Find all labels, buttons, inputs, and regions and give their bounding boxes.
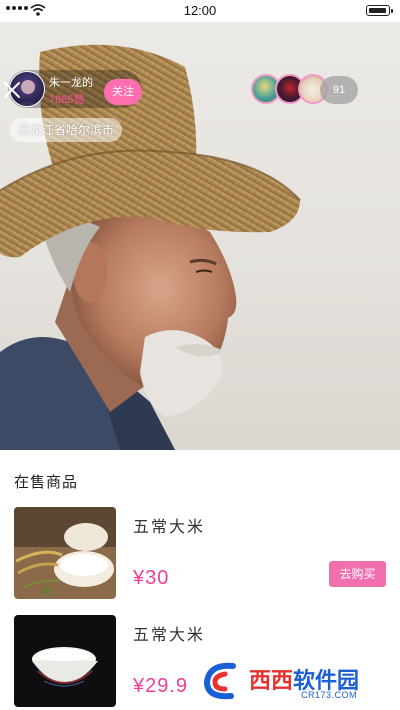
- watermark-domain: CR173.COM: [301, 690, 358, 700]
- follow-button[interactable]: 关注: [104, 79, 142, 105]
- watermark-logo: 西西软件园 CR173.COM: [197, 656, 385, 706]
- viewer-count-badge[interactable]: 91: [320, 76, 358, 104]
- host-name: 朱一龙的: [49, 77, 93, 89]
- product-thumbnail[interactable]: [14, 507, 116, 599]
- live-video[interactable]: 朱一龙的 7865赞 关注 黑龙江省哈尔滨市 91: [0, 22, 400, 450]
- watermark-brand-red: 西西: [249, 668, 294, 693]
- status-bar: 12:00: [0, 0, 400, 22]
- close-icon[interactable]: [0, 78, 24, 102]
- location-tag: 黑龙江省哈尔滨市: [10, 118, 123, 142]
- product-name: 五常大米: [133, 519, 206, 536]
- product-name: 五常大米: [133, 627, 206, 644]
- battery-icon: [366, 5, 393, 16]
- product-item[interactable]: 五常大米 ¥30 去购买: [0, 507, 400, 607]
- product-thumbnail[interactable]: [14, 615, 116, 707]
- rice-bowl-image: [14, 615, 116, 707]
- host-likes: 7865赞: [49, 94, 85, 106]
- buy-button[interactable]: 去购买: [329, 561, 386, 587]
- product-price: ¥30: [133, 567, 170, 589]
- panel-title: 在售商品: [14, 474, 79, 491]
- cr-logo-icon: [203, 662, 236, 700]
- product-price: ¥29.9: [133, 675, 189, 697]
- rice-image: [14, 507, 116, 599]
- status-time: 12:00: [183, 3, 217, 18]
